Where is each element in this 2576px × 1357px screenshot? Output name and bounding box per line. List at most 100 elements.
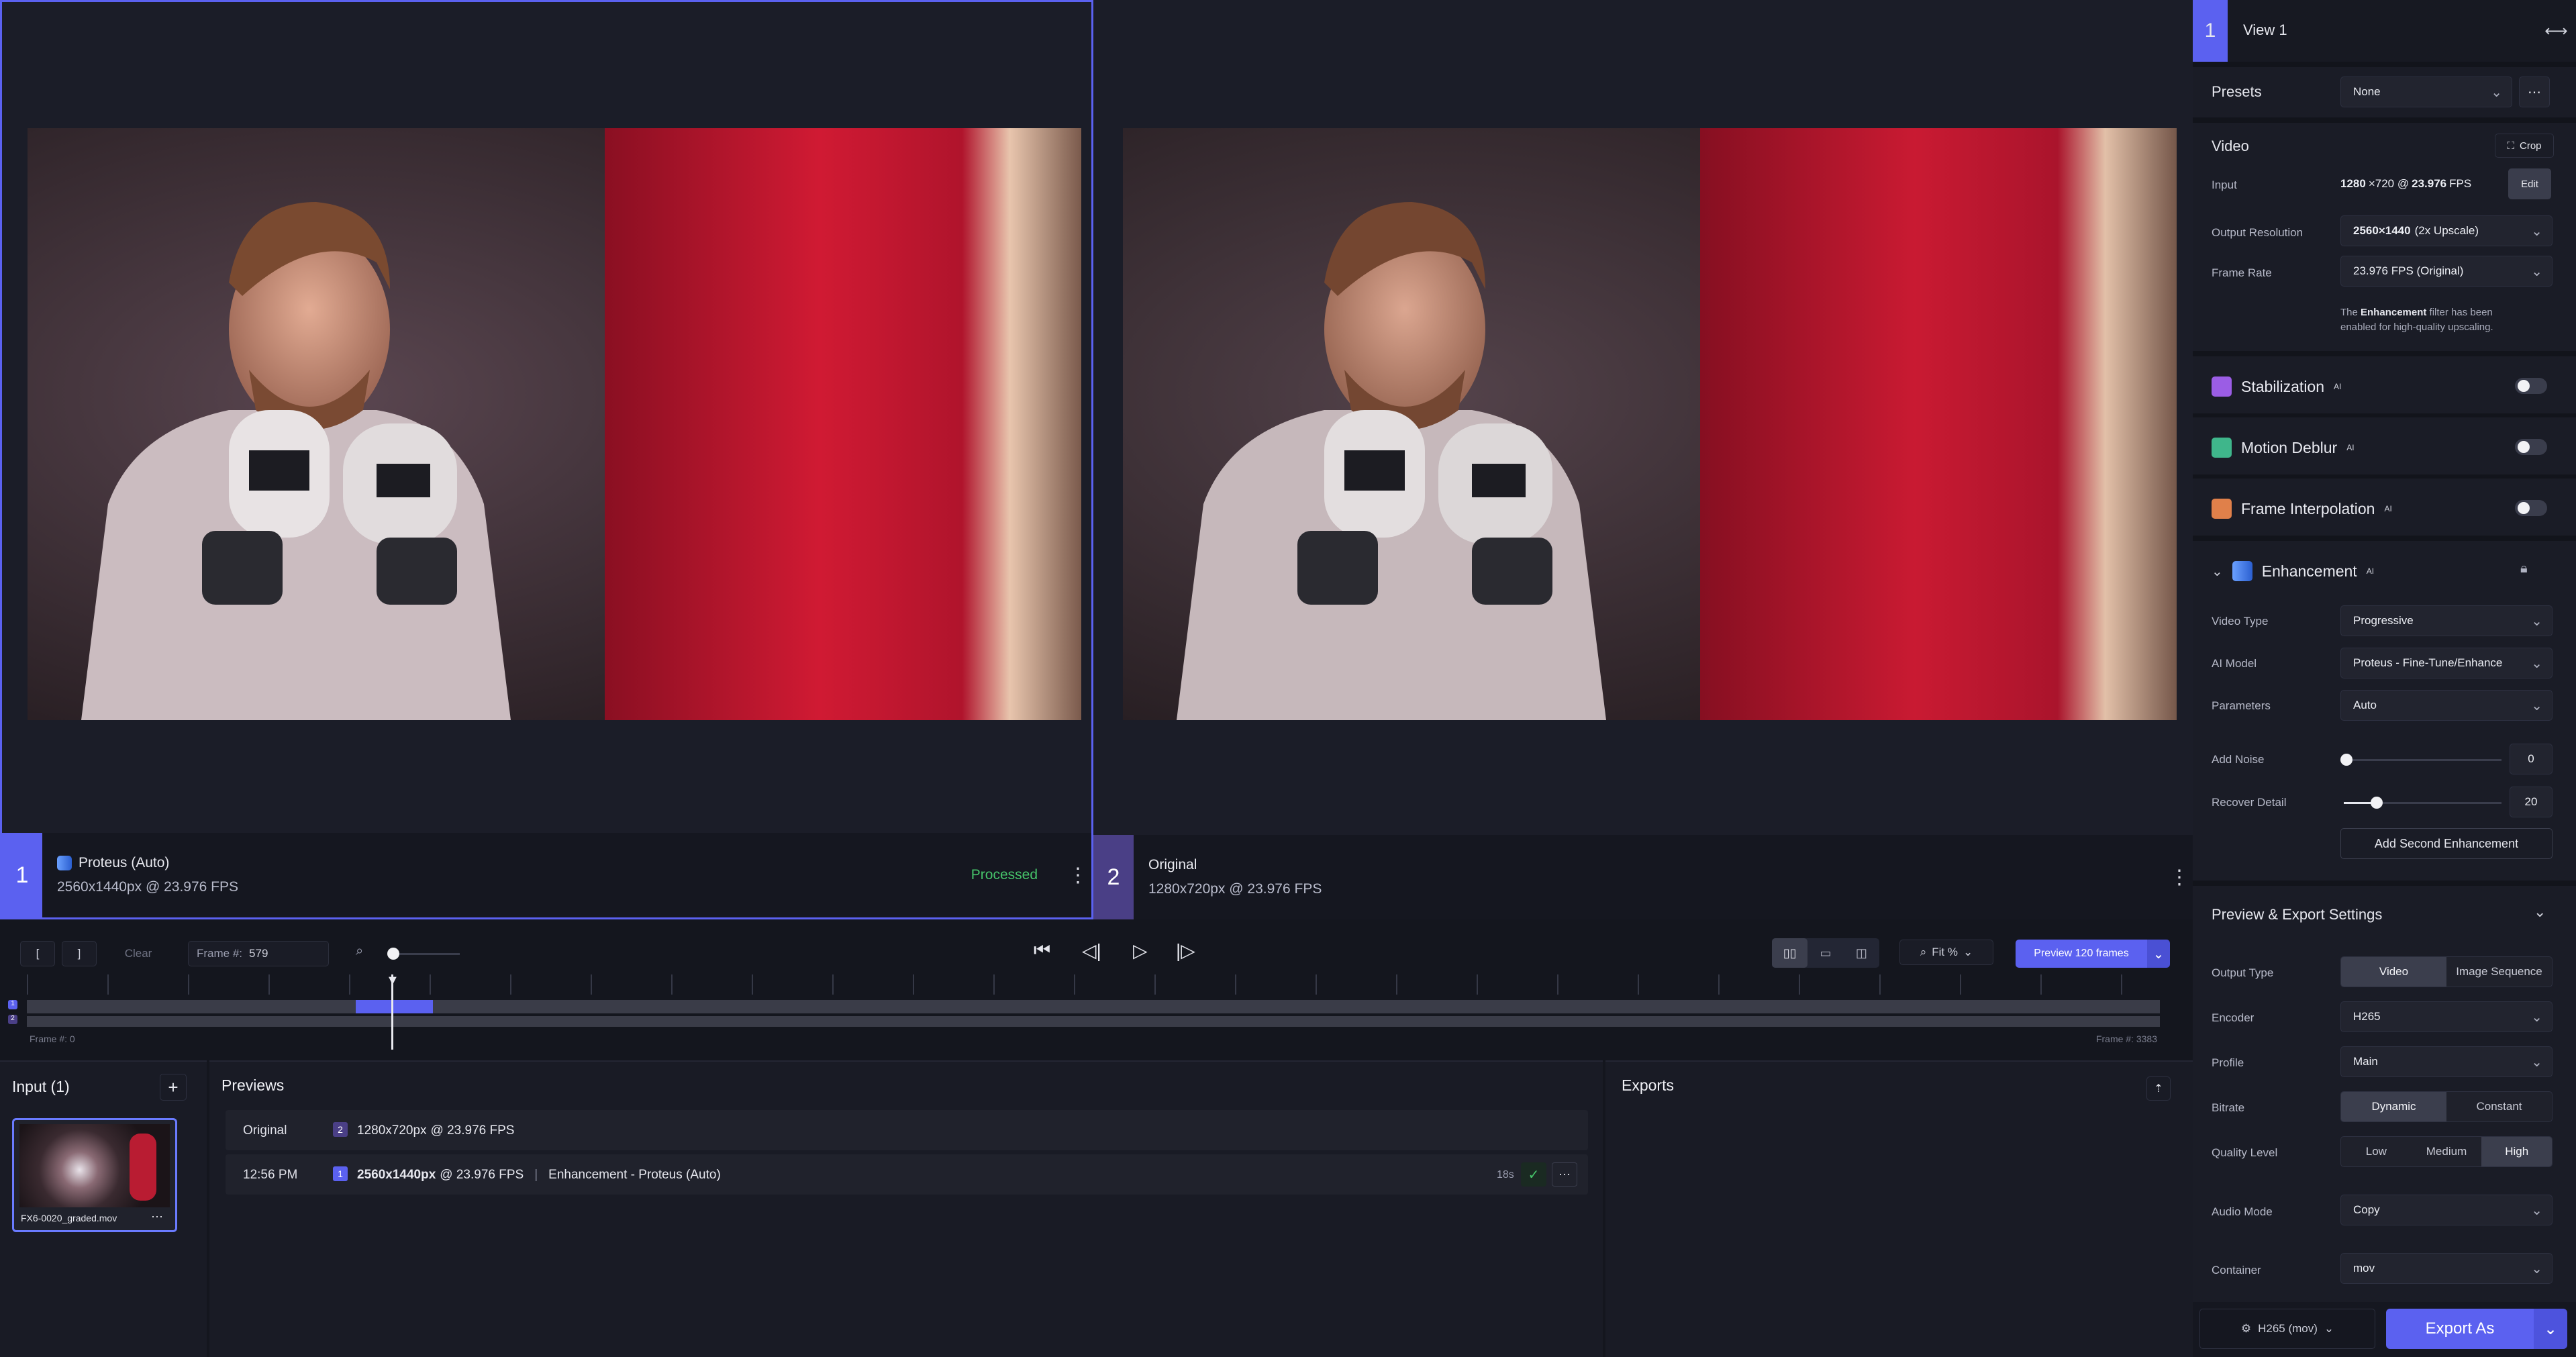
ai-model-dropdown[interactable]: Proteus - Fine-Tune/Enhance ⌄ — [2340, 648, 2553, 678]
preview-row[interactable]: Original 2 1280x720px @ 23.976 FPS — [226, 1110, 1588, 1150]
video-type-value: Progressive — [2353, 614, 2414, 627]
output-resolution-dropdown[interactable]: 2560×1440 (2x Upscale) ⌄ — [2340, 215, 2553, 246]
lock-icon[interactable]: 🔒︎ — [2520, 561, 2528, 576]
side-by-side-icon[interactable]: ▯▯ — [1772, 938, 1808, 968]
step-back-icon[interactable]: ◁| — [1082, 940, 1101, 962]
enhancement-icon — [57, 856, 72, 870]
export-as-button[interactable]: Export As — [2386, 1309, 2534, 1349]
export-settings-card: Preview & Export Settings ⌄ Output Type … — [2193, 886, 2576, 1302]
chevron-down-icon: ⌄ — [2531, 656, 2542, 671]
add-noise-slider[interactable] — [2344, 759, 2501, 761]
step-forward-icon[interactable]: |▷ — [1176, 940, 1195, 962]
timeline[interactable]: ▼ Frame #: 0 Frame #: 3383 — [27, 973, 2160, 1050]
edit-input-button[interactable]: Edit — [2508, 168, 2551, 199]
parameters-dropdown[interactable]: Auto ⌄ — [2340, 690, 2553, 721]
export-upload-icon[interactable]: ⇡ — [2146, 1076, 2171, 1101]
preview-row[interactable]: 12:56 PM 1 2560x1440px @ 23.976 FPS | En… — [226, 1154, 1588, 1195]
add-noise-value[interactable]: 0 — [2510, 744, 2553, 774]
mark-in-button[interactable]: [ — [20, 941, 55, 966]
audio-mode-dropdown[interactable]: Copy ⌄ — [2340, 1195, 2553, 1225]
container-label: Container — [2212, 1264, 2261, 1276]
play-icon[interactable]: ▷ — [1133, 940, 1148, 962]
timeline-preview-range[interactable] — [356, 1000, 433, 1013]
collapse-sidebar-icon[interactable]: ⟷ — [2536, 0, 2576, 62]
frame-rate-label: Frame Rate — [2212, 266, 2272, 279]
recover-detail-thumb[interactable] — [2371, 797, 2383, 809]
viewer-pane-left[interactable]: 1 Proteus (Auto) 2560x1440px @ 23.976 FP… — [0, 0, 1093, 919]
single-view-icon[interactable]: ▭ — [1807, 938, 1843, 968]
viewer-more-icon[interactable]: ⋮ — [2166, 857, 2193, 897]
thumbnail-bag — [130, 1134, 156, 1201]
viewer-info-bar: 1 Proteus (Auto) 2560x1440px @ 23.976 FP… — [2, 833, 1091, 917]
split-view-icon[interactable]: ◫ — [1844, 938, 1879, 968]
encoder-dropdown[interactable]: H265 ⌄ — [2340, 1001, 2553, 1032]
viewer-pane-right[interactable]: 2 Original 1280x720px @ 23.976 FPS ⋮ — [1093, 0, 2193, 919]
video-type-dropdown[interactable]: Progressive ⌄ — [2340, 605, 2553, 636]
bitrate-dynamic[interactable]: Dynamic — [2341, 1092, 2446, 1121]
preview-more-icon[interactable]: ⋯ — [1552, 1162, 1577, 1187]
viewer-more-icon[interactable]: ⋮ — [1064, 855, 1091, 895]
clip-more-icon[interactable]: ⋯ — [151, 1210, 163, 1224]
bitrate-constant[interactable]: Constant — [2446, 1092, 2552, 1121]
frame-interpolation-toggle[interactable] — [2515, 500, 2547, 516]
zoom-slider[interactable] — [389, 953, 460, 955]
chevron-down-icon: ⌄ — [2531, 1055, 2542, 1070]
timeline-track-1[interactable] — [27, 1000, 2160, 1013]
presets-card: Presets None ⌄ ⋯ — [2193, 67, 2576, 117]
clear-button[interactable]: Clear — [113, 941, 164, 966]
output-type-video[interactable]: Video — [2341, 957, 2446, 987]
skip-to-start-icon[interactable]: ⏮ — [1034, 940, 1050, 962]
recover-detail-value[interactable]: 20 — [2510, 787, 2553, 817]
chevron-down-icon: ⌄ — [2531, 699, 2542, 713]
stabilization-card: Stabilization AI — [2193, 356, 2576, 413]
chevron-down-icon[interactable]: ⌄ — [2147, 940, 2170, 968]
ai-tag: AI — [2366, 566, 2375, 576]
presets-dropdown[interactable]: None ⌄ — [2340, 77, 2512, 107]
input-height: ×720 @ — [2368, 177, 2410, 190]
input-clip-card[interactable]: FX6-0020_graded.mov ⋯ — [12, 1118, 177, 1232]
crop-button[interactable]: ⛶ Crop — [2495, 134, 2554, 158]
zoom-fit-dropdown[interactable]: ⌕ Fit % ⌄ — [1899, 940, 1993, 965]
export-format-label: H265 (mov) — [2258, 1322, 2318, 1335]
quality-medium[interactable]: Medium — [2412, 1137, 2482, 1166]
presets-value: None — [2353, 85, 2381, 98]
preview-fps: @ 23.976 FPS — [440, 1168, 524, 1182]
checkmark-icon[interactable]: ✓ — [1521, 1162, 1546, 1187]
chevron-down-icon[interactable]: ⌄ — [2212, 563, 2223, 580]
playhead-marker-icon[interactable]: ▼ — [386, 973, 399, 989]
quality-low[interactable]: Low — [2341, 1137, 2412, 1166]
motion-deblur-card: Motion Deblur AI — [2193, 417, 2576, 474]
frame-rate-dropdown[interactable]: 23.976 FPS (Original) ⌄ — [2340, 256, 2553, 287]
export-settings-title: Preview & Export Settings — [2212, 906, 2383, 923]
chevron-down-icon[interactable]: ⌄ — [2534, 903, 2546, 921]
mark-out-button[interactable]: ] — [62, 941, 97, 966]
container-dropdown[interactable]: mov ⌄ — [2340, 1253, 2553, 1284]
stabilization-toggle[interactable] — [2515, 378, 2547, 394]
chevron-down-icon: ⌄ — [2491, 85, 2502, 100]
profile-dropdown[interactable]: Main ⌄ — [2340, 1046, 2553, 1077]
video-title: Video — [2212, 138, 2249, 154]
add-second-enhancement-button[interactable]: Add Second Enhancement — [2340, 828, 2553, 859]
quality-level-toggle[interactable]: Low Medium High — [2340, 1136, 2553, 1167]
add-input-plus-icon[interactable]: + — [160, 1074, 187, 1101]
preview-frames-button[interactable]: Preview 120 frames — [2016, 940, 2147, 968]
view-number-badge: 1 — [2193, 0, 2228, 62]
video-frame-original — [1123, 128, 2177, 720]
motion-deblur-toggle[interactable] — [2515, 439, 2547, 455]
export-format-dropdown[interactable]: ⚙ H265 (mov) ⌄ — [2199, 1309, 2375, 1349]
output-resolution-label: Output Resolution — [2212, 226, 2303, 239]
quality-high[interactable]: High — [2481, 1137, 2552, 1166]
output-type-image-sequence[interactable]: Image Sequence — [2446, 957, 2552, 987]
bitrate-toggle[interactable]: Dynamic Constant — [2340, 1091, 2553, 1122]
preview-resolution: 2560x1440px — [357, 1168, 436, 1182]
chevron-down-icon: ⌄ — [2531, 224, 2542, 239]
zoom-slider-thumb[interactable] — [387, 948, 399, 960]
add-noise-thumb[interactable] — [2340, 754, 2352, 766]
transport-bar: [ ] Clear Frame #: 579 ⌕ ⏮ ◁| ▷ |▷ ▯▯ ▭ … — [0, 919, 2193, 1060]
output-type-toggle[interactable]: Video Image Sequence — [2340, 956, 2553, 987]
frame-number-field[interactable]: Frame #: 579 — [188, 941, 329, 966]
presets-more-icon[interactable]: ⋯ — [2519, 77, 2550, 107]
chevron-down-icon[interactable]: ⌄ — [2534, 1309, 2567, 1349]
audio-mode-value: Copy — [2353, 1203, 2380, 1216]
timeline-track-2[interactable] — [27, 1016, 2160, 1027]
